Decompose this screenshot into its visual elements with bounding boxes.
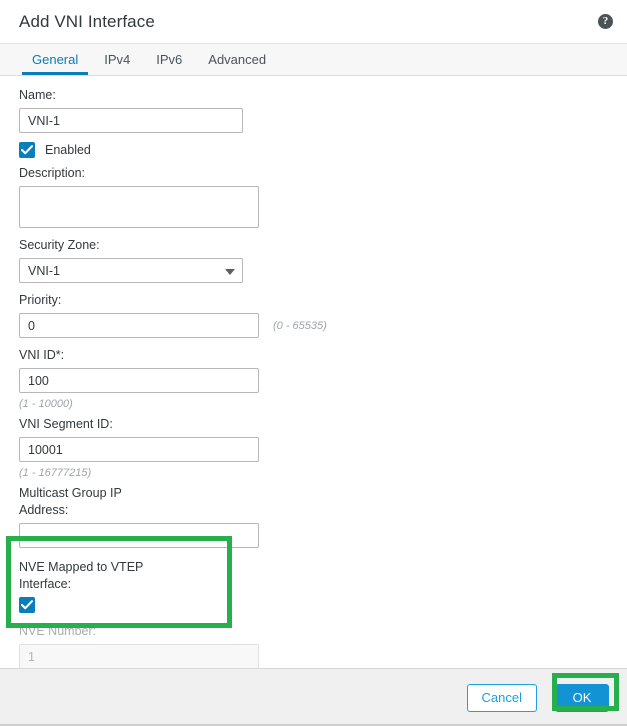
vni-id-input[interactable] bbox=[19, 368, 259, 393]
vni-segment-id-label: VNI Segment ID: bbox=[19, 417, 113, 431]
tab-advanced-label: Advanced bbox=[208, 52, 267, 67]
vni-id-hint: (1 - 10000) bbox=[19, 398, 73, 410]
field-nve-number: NVE Number: bbox=[19, 623, 608, 668]
multicast-group-ip-input[interactable] bbox=[19, 523, 259, 548]
priority-input[interactable] bbox=[19, 313, 259, 338]
field-vni-id: VNI ID*: (1 - 10000) bbox=[19, 347, 608, 412]
check-icon bbox=[21, 600, 33, 610]
priority-hint: (0 - 65535) bbox=[273, 319, 327, 332]
name-label: Name: bbox=[19, 88, 56, 102]
enabled-checkbox[interactable] bbox=[19, 142, 35, 158]
description-label: Description: bbox=[19, 166, 85, 180]
tab-bar: General IPv4 IPv6 Advanced bbox=[0, 43, 627, 76]
cancel-button[interactable]: Cancel bbox=[466, 683, 537, 712]
priority-label: Priority: bbox=[19, 293, 62, 307]
nve-mapped-label: NVE Mapped to VTEP Interface: bbox=[19, 560, 144, 591]
tab-ipv6-label: IPv6 bbox=[156, 52, 183, 67]
tab-ipv4[interactable]: IPv4 bbox=[91, 44, 143, 75]
security-zone-value: VNI-1 bbox=[28, 263, 60, 278]
security-zone-select-wrap[interactable]: VNI-1 bbox=[19, 258, 243, 283]
field-multicast-group-ip: Multicast Group IP Address: bbox=[19, 485, 608, 548]
tab-ipv4-label: IPv4 bbox=[104, 52, 131, 67]
multicast-group-ip-label: Multicast Group IP Address: bbox=[19, 486, 122, 517]
nve-mapped-checkbox[interactable] bbox=[19, 597, 35, 613]
add-vni-interface-dialog: Add VNI Interface ? General IPv4 IPv6 Ad… bbox=[0, 0, 627, 726]
vni-segment-id-input[interactable] bbox=[19, 437, 259, 462]
name-input[interactable] bbox=[19, 108, 243, 133]
field-priority: Priority: (0 - 65535) bbox=[19, 292, 608, 338]
tab-advanced[interactable]: Advanced bbox=[195, 44, 279, 75]
tab-ipv6[interactable]: IPv6 bbox=[143, 44, 195, 75]
tab-general[interactable]: General bbox=[19, 44, 91, 75]
field-description: Description: bbox=[19, 165, 608, 228]
check-icon bbox=[21, 145, 33, 155]
vni-id-label: VNI ID*: bbox=[19, 348, 65, 362]
field-vni-segment-id: VNI Segment ID: (1 - 16777215) bbox=[19, 416, 608, 481]
nve-number-input bbox=[19, 644, 259, 668]
vni-segment-id-hint: (1 - 16777215) bbox=[19, 467, 92, 479]
enabled-label: Enabled bbox=[45, 143, 91, 157]
help-circle-icon[interactable]: ? bbox=[598, 14, 613, 29]
description-textarea[interactable] bbox=[19, 186, 259, 228]
security-zone-label: Security Zone: bbox=[19, 238, 100, 252]
dialog-titlebar: Add VNI Interface ? bbox=[0, 0, 627, 43]
dialog-footer: Cancel OK bbox=[0, 668, 627, 726]
security-zone-select[interactable]: VNI-1 bbox=[19, 258, 243, 283]
field-name: Name: bbox=[19, 87, 608, 133]
enabled-checkbox-row[interactable]: Enabled bbox=[19, 142, 608, 158]
ok-button[interactable]: OK bbox=[555, 683, 609, 712]
field-nve-mapped: NVE Mapped to VTEP Interface: bbox=[19, 559, 608, 613]
tab-general-label: General bbox=[32, 52, 79, 67]
page-title: Add VNI Interface bbox=[19, 11, 155, 31]
general-tab-panel: Name: Enabled Description: Security Zone… bbox=[0, 76, 627, 668]
field-security-zone: Security Zone: VNI-1 bbox=[19, 237, 608, 283]
nve-number-label: NVE Number: bbox=[19, 624, 97, 638]
